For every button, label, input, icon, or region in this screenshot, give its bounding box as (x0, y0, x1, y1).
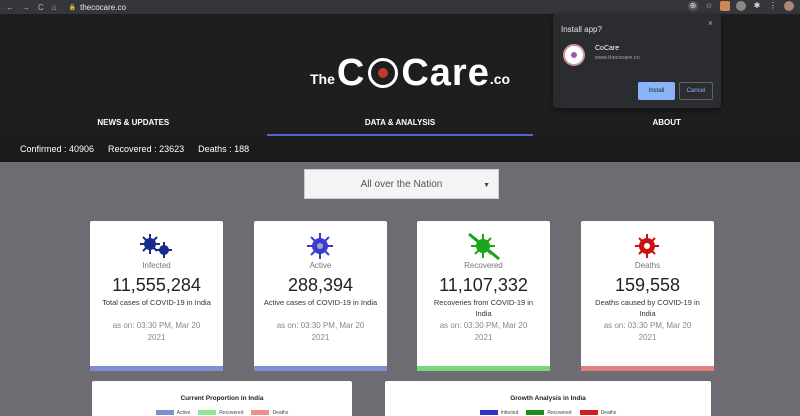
install-app-icon[interactable]: ⊕ (688, 1, 698, 11)
legend-item[interactable]: Infected (479, 410, 518, 416)
card-title: Recovered (464, 261, 503, 270)
virus-icon (140, 234, 172, 258)
app-icon (563, 44, 585, 66)
virus-logo-icon (368, 58, 399, 88)
region-select[interactable]: All over the Nation ▼ (304, 169, 499, 199)
card-timestamp: as on: 03:30 PM, Mar 20 2021 (603, 321, 692, 342)
dialog-title: Install app? (561, 25, 602, 34)
active-card: Active 288,394 Active cases of COVID-19 … (254, 221, 387, 371)
tab-data-analysis[interactable]: DATA & ANALYSIS (266, 110, 534, 136)
recovered-card: Recovered 11,107,332 Recoveries from COV… (417, 221, 550, 371)
logo-suffix: .co (489, 71, 511, 87)
infected-card: Infected 11,555,284 Total cases of COVID… (90, 221, 223, 371)
chart-legend: Infected Recovered Deaths (385, 410, 711, 416)
region-select-value: All over the Nation (360, 178, 443, 190)
deaths-stat: Deaths : 188 (198, 144, 250, 154)
extension-icon[interactable] (736, 1, 746, 11)
deaths-card: Deaths 159,558 Deaths caused by COVID-19… (581, 221, 714, 371)
card-timestamp: as on: 03:30 PM, Mar 20 2021 (276, 321, 365, 342)
install-button[interactable]: Install (638, 82, 675, 100)
lock-icon[interactable]: 🔒 (69, 4, 76, 11)
star-icon[interactable]: ☆ (704, 1, 714, 11)
forward-icon[interactable]: → (22, 3, 30, 12)
legend-item[interactable]: Recovered (526, 410, 572, 416)
app-url: www.thecocare.co (595, 55, 640, 61)
virus-icon (307, 233, 333, 259)
proportion-panel: Current Proportion in India Active Recov… (92, 381, 352, 416)
card-accent-bar (254, 366, 387, 371)
card-description: Total cases of COVID-19 in India (102, 298, 211, 307)
logo-prefix: The (310, 71, 335, 87)
card-accent-bar (581, 366, 714, 371)
panel-title: Current Proportion in India (180, 395, 264, 402)
puzzle-icon[interactable]: ✱ (752, 1, 762, 11)
tab-about[interactable]: ABOUT (533, 110, 800, 136)
card-title: Active (309, 261, 332, 270)
extension-icon[interactable] (720, 1, 730, 11)
legend-item[interactable]: Deaths (579, 410, 616, 416)
browser-actions: ⊕ ☆ ✱ ⋮ (688, 1, 794, 11)
main-nav: NEWS & UPDATES DATA & ANALYSIS ABOUT (0, 110, 800, 136)
card-description: Deaths caused by COVID-19 in India (595, 298, 700, 318)
app-name: CoCare (595, 45, 620, 52)
logo-name: Care (401, 52, 490, 94)
home-icon[interactable]: ⌂ (52, 3, 57, 12)
reload-icon[interactable]: C (38, 3, 44, 12)
card-timestamp: as on: 03:30 PM, Mar 20 2021 (112, 321, 201, 342)
cancel-button[interactable]: Cancel (679, 82, 713, 100)
legend-item[interactable]: Deaths (251, 410, 288, 416)
install-app-dialog: Install app? × CoCare www.thecocare.co I… (553, 14, 721, 108)
site-logo[interactable]: The C Care .co (310, 54, 510, 92)
growth-panel: Growth Analysis in India Infected Recove… (385, 381, 711, 416)
recovered-stat: Recovered : 23623 (108, 144, 185, 154)
address-bar[interactable]: thecocare.co (80, 3, 126, 12)
confirmed-stat: Confirmed : 40906 (20, 144, 95, 154)
legend-item[interactable]: Recovered (198, 410, 243, 416)
card-value: 288,394 (287, 275, 354, 295)
card-accent-bar (90, 366, 223, 371)
browser-nav: ← → C ⌂ (6, 3, 57, 12)
card-timestamp: as on: 03:30 PM, Mar 20 2021 (439, 321, 528, 342)
card-description: Recoveries from COVID-19 in India (433, 298, 534, 318)
logo-letter: C (336, 52, 366, 94)
virus-crossed-icon (468, 232, 500, 261)
card-accent-bar (417, 366, 550, 371)
close-icon[interactable]: × (708, 18, 713, 28)
browser-toolbar: ← → C ⌂ 🔒 thecocare.co ⊕ ☆ ✱ ⋮ (0, 0, 800, 14)
card-value: 159,558 (614, 275, 681, 295)
panel-title: Growth Analysis in India (510, 395, 586, 402)
card-title: Infected (142, 261, 171, 270)
virus-icon (635, 234, 659, 258)
virus-icon (140, 234, 172, 258)
stats-ticker: Confirmed : 40906 Recovered : 23623 Deat… (0, 136, 800, 162)
menu-icon[interactable]: ⋮ (768, 1, 778, 11)
card-value: 11,107,332 (439, 275, 528, 295)
legend-item[interactable]: Active (155, 410, 190, 416)
card-description: Active cases of COVID-19 in India (263, 298, 378, 307)
card-value: 11,555,284 (112, 275, 201, 295)
back-icon[interactable]: ← (6, 3, 14, 12)
avatar[interactable] (784, 1, 794, 11)
chevron-down-icon: ▼ (483, 182, 490, 189)
tab-news-updates[interactable]: NEWS & UPDATES (0, 110, 267, 136)
card-title: Deaths (634, 261, 661, 270)
chart-legend: Active Recovered Deaths (92, 410, 352, 416)
